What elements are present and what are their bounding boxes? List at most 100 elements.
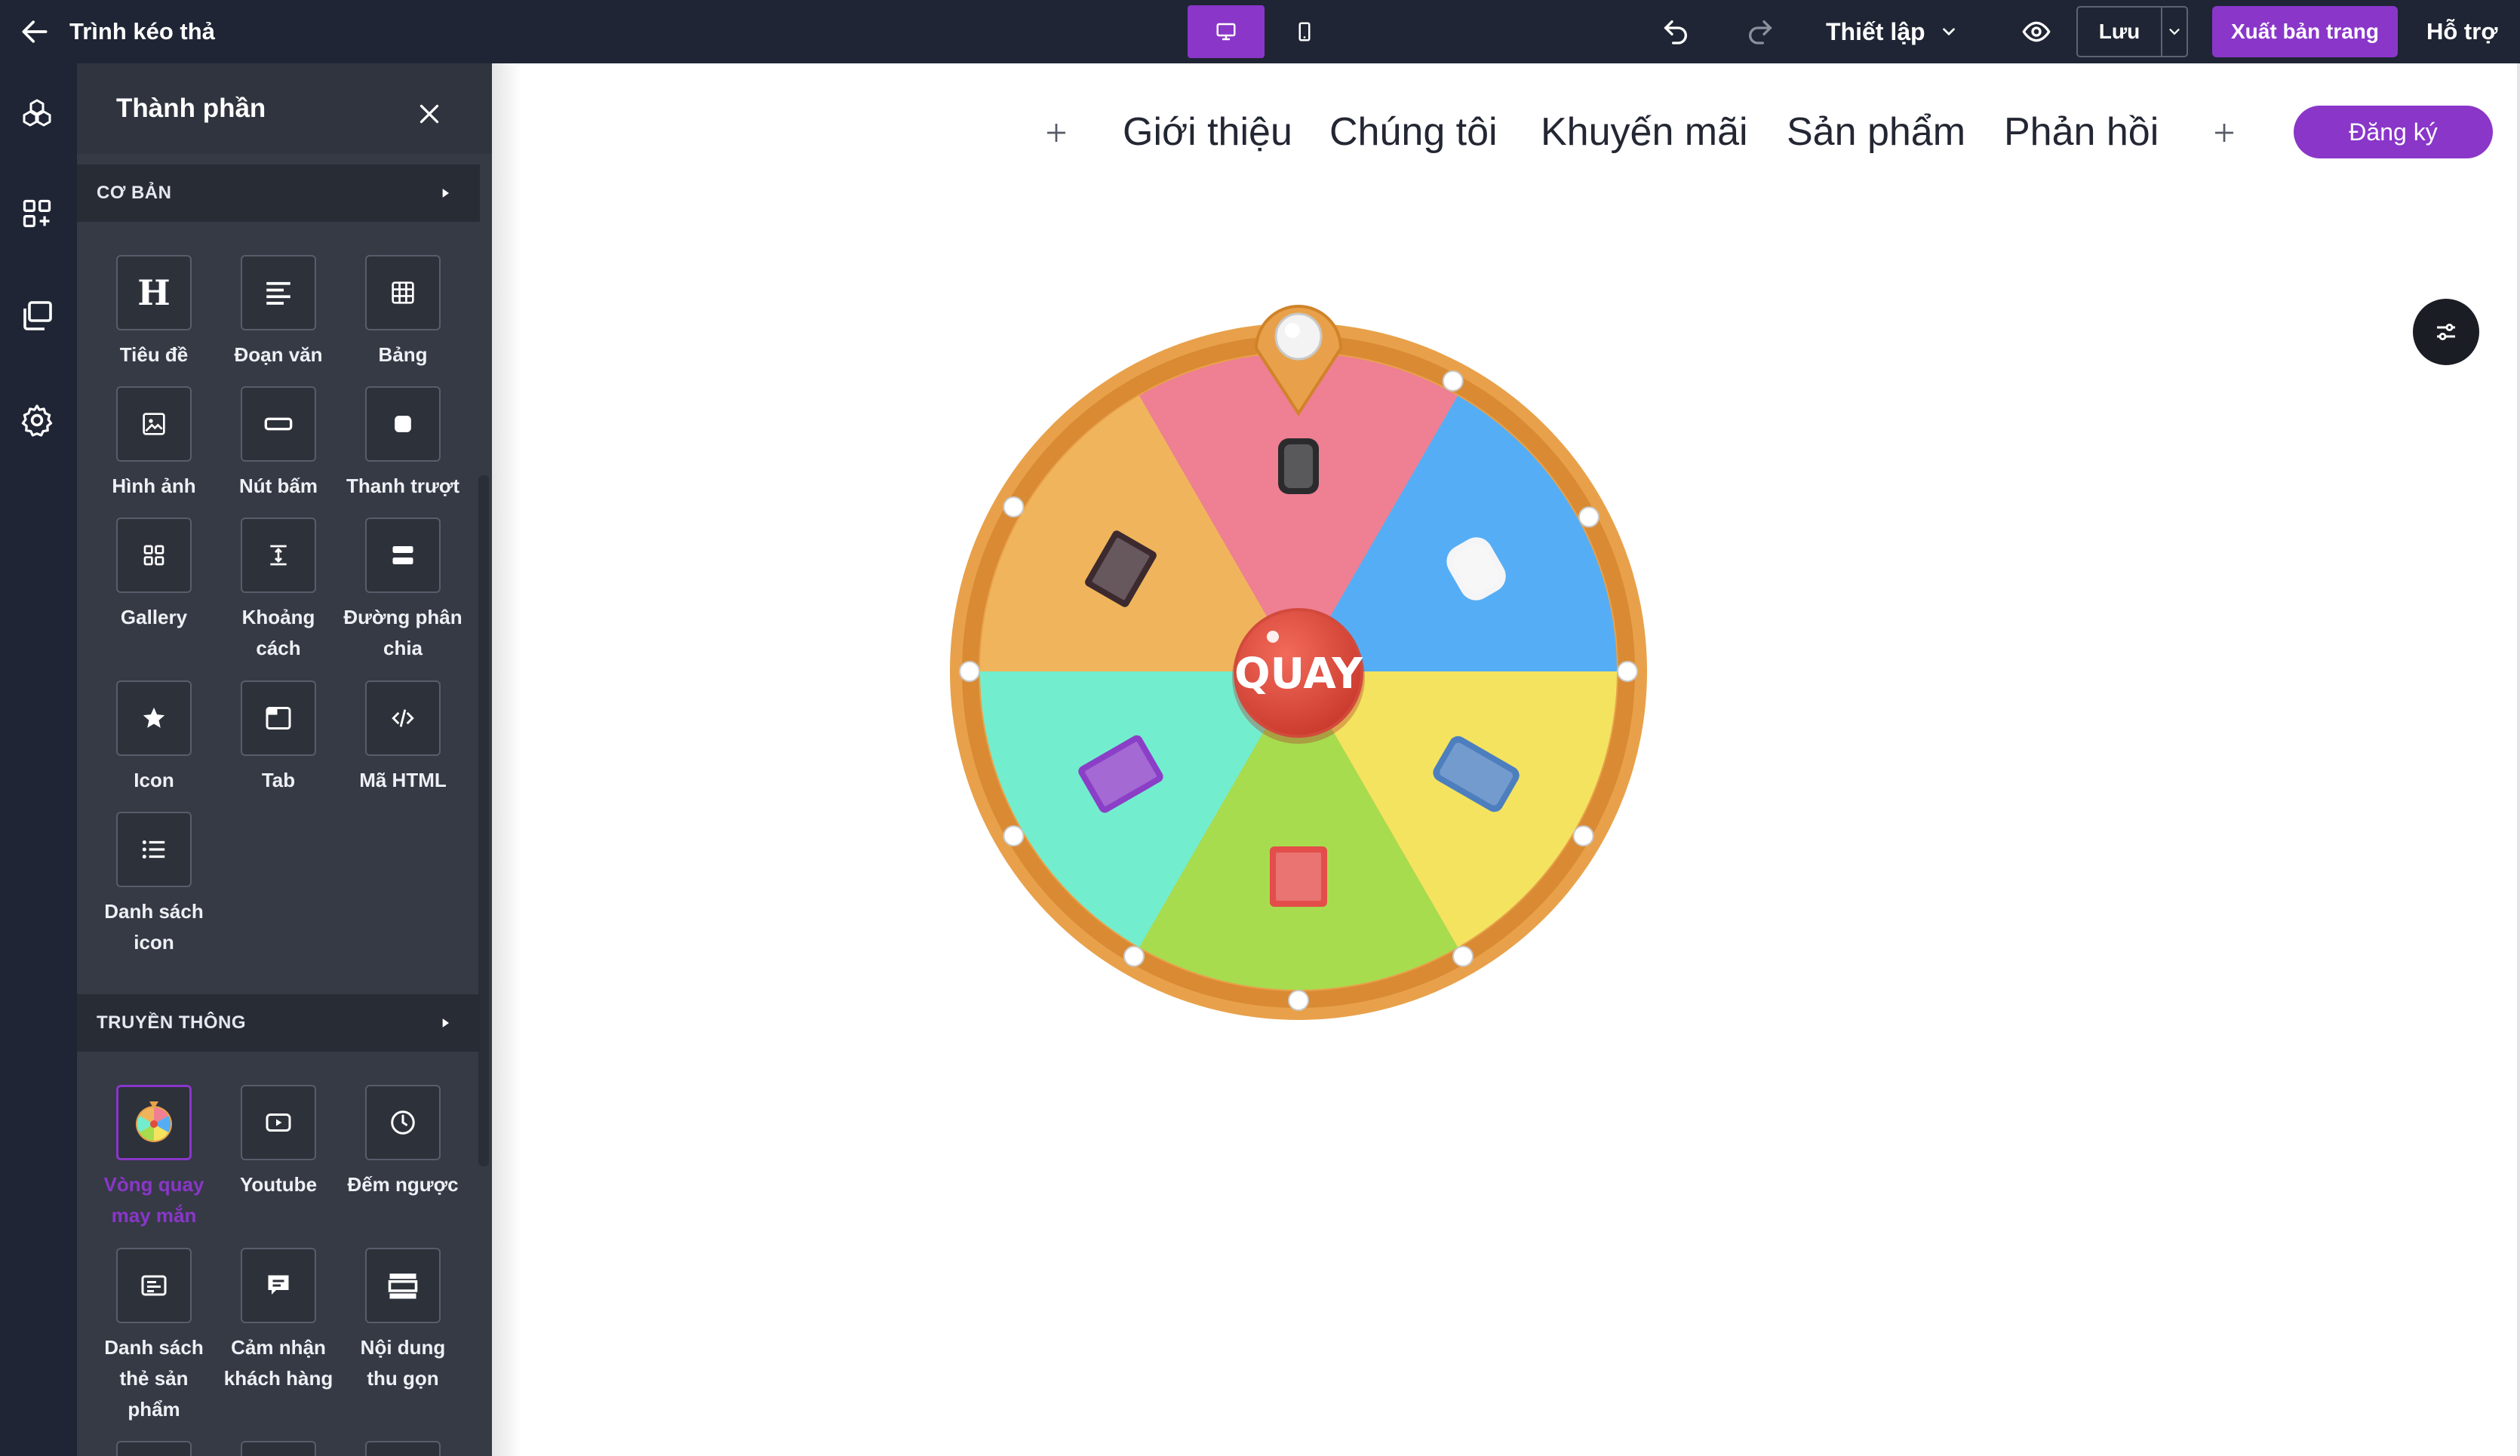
lucky-wheel[interactable]: QUAY <box>947 302 1656 1034</box>
rim-stud <box>1617 661 1638 682</box>
settings-label: Thiết lập <box>1826 17 1925 45</box>
divider-icon <box>365 518 441 593</box>
component-partial[interactable] <box>116 1441 192 1456</box>
rim-stud <box>1288 990 1309 1011</box>
image-icon <box>116 386 192 462</box>
component-label: Đường phân chia <box>343 606 463 659</box>
arrow-left-icon[interactable] <box>18 15 51 48</box>
section-header-media[interactable]: TRUYỀN THÔNG <box>77 994 480 1052</box>
component-divider[interactable]: Đường phân chia <box>343 518 463 664</box>
add-widget-icon[interactable] <box>17 193 57 234</box>
component-countdown[interactable]: Đếm ngược <box>343 1085 463 1200</box>
smartwatch-icon <box>1278 438 1319 494</box>
component-partial[interactable] <box>365 1441 441 1456</box>
desktop-icon <box>1216 23 1236 41</box>
sliders-icon <box>2437 324 2455 340</box>
nav-item-gioi-thieu[interactable]: Giới thiệu <box>1123 106 1292 158</box>
wheel-graphic: QUAY <box>950 305 1647 1020</box>
tab-icon <box>241 680 316 756</box>
rim-stud <box>1578 506 1600 528</box>
component-slider[interactable]: Thanh trượt <box>343 386 463 502</box>
section-header-basic[interactable]: CƠ BẢN <box>77 164 480 222</box>
component-table[interactable]: Bảng <box>343 255 463 370</box>
register-button[interactable]: Đăng ký <box>2294 106 2493 158</box>
component-label: Youtube <box>239 1173 318 1196</box>
component-youtube[interactable]: Youtube <box>218 1085 339 1200</box>
component-label: Khoảng cách <box>241 606 315 659</box>
lucky-wheel-icon <box>116 1085 192 1160</box>
gallery-icon <box>116 518 192 593</box>
component-heading[interactable]: H Tiêu đề <box>94 255 214 370</box>
button-icon <box>241 386 316 462</box>
chevron-down-icon <box>2169 29 2180 35</box>
component-html[interactable]: Mã HTML <box>343 680 463 796</box>
undo-button[interactable] <box>1657 14 1695 50</box>
rim-stud <box>1452 945 1474 967</box>
save-options-button[interactable] <box>2162 8 2187 56</box>
component-image[interactable]: Hình ảnh <box>94 386 214 502</box>
nav-item-chung-toi[interactable]: Chúng tôi <box>1329 106 1498 158</box>
nav-item-phan-hoi[interactable]: Phản hồi <box>2004 106 2159 158</box>
component-label: Thanh trượt <box>346 475 459 497</box>
accordion-icon <box>365 1248 441 1323</box>
component-button[interactable]: Nút bấm <box>218 386 339 502</box>
section-settings-button[interactable] <box>2413 299 2479 365</box>
heading-icon: H <box>116 255 192 330</box>
mobile-icon <box>1298 22 1311 41</box>
component-testimonial[interactable]: Cảm nhận khách hàng <box>218 1248 339 1394</box>
pages-icon[interactable] <box>17 296 57 336</box>
rim-stud <box>1003 825 1025 846</box>
component-tab[interactable]: Tab <box>218 680 339 796</box>
help-link[interactable]: Hỗ trợ <box>2426 15 2497 48</box>
component-spacer[interactable]: Khoảng cách <box>218 518 339 664</box>
close-icon <box>419 104 439 124</box>
plus-icon <box>1047 124 1065 142</box>
component-paragraph[interactable]: Đoạn văn <box>218 255 339 370</box>
settings-gear-icon[interactable] <box>17 400 57 441</box>
section-label: CƠ BẢN <box>97 183 172 203</box>
component-label: Nội dung thu gọn <box>360 1336 446 1390</box>
rim-stud <box>959 661 980 682</box>
component-label: Đếm ngược <box>347 1173 459 1196</box>
component-icon[interactable]: Icon <box>94 680 214 796</box>
preview-button[interactable] <box>2018 14 2055 50</box>
left-icon-rail <box>0 63 77 1456</box>
component-label: Danh sách thẻ sản phẩm <box>104 1336 204 1421</box>
component-label: Mã HTML <box>359 769 447 791</box>
save-button[interactable]: Lưu <box>2078 8 2162 56</box>
spacer-icon <box>241 518 316 593</box>
component-label: Bảng <box>378 343 428 366</box>
app-title: Trình kéo thả <box>69 18 215 45</box>
spin-button[interactable]: QUAY <box>1232 608 1365 744</box>
rim-stud <box>1572 825 1594 846</box>
rim-stud <box>1442 370 1464 392</box>
component-accordion[interactable]: Nội dung thu gọn <box>343 1248 463 1394</box>
add-nav-item-button[interactable] <box>2208 116 2241 149</box>
icon-list-icon <box>116 812 192 887</box>
publish-button[interactable]: Xuất bản trang <box>2212 6 2398 57</box>
component-icon-list[interactable]: Danh sách icon <box>94 812 214 958</box>
component-label: Icon <box>134 769 174 791</box>
component-lucky-wheel[interactable]: Vòng quay may mắn <box>94 1085 214 1231</box>
settings-dropdown[interactable]: Thiết lập <box>1826 14 1959 50</box>
desktop-view-button[interactable] <box>1188 5 1265 58</box>
cubes-icon[interactable] <box>17 95 57 136</box>
youtube-icon <box>241 1085 316 1160</box>
component-product-cards[interactable]: Danh sách thẻ sản phẩm <box>94 1248 214 1425</box>
add-nav-item-button[interactable] <box>1040 116 1073 149</box>
caret-right-icon <box>432 180 459 207</box>
components-panel: Thành phần CƠ BẢN H Tiêu đề Đoạn văn Bản… <box>77 63 492 1456</box>
eye-icon <box>2022 21 2051 42</box>
redo-button[interactable] <box>1741 14 1779 50</box>
close-panel-button[interactable] <box>407 92 451 136</box>
component-gallery[interactable]: Gallery <box>94 518 214 633</box>
panel-scrollbar[interactable] <box>478 475 489 1166</box>
component-partial[interactable] <box>241 1441 316 1456</box>
clock-icon <box>365 1085 441 1160</box>
mobile-view-button[interactable] <box>1278 5 1331 58</box>
section-label: TRUYỀN THÔNG <box>97 1012 246 1033</box>
nav-item-khuyen-mai[interactable]: Khuyến mãi <box>1541 106 1748 158</box>
nav-item-san-pham[interactable]: Sản phẩm <box>1787 106 1965 158</box>
undo-icon <box>1664 20 1687 45</box>
plus-icon <box>2215 124 2233 142</box>
